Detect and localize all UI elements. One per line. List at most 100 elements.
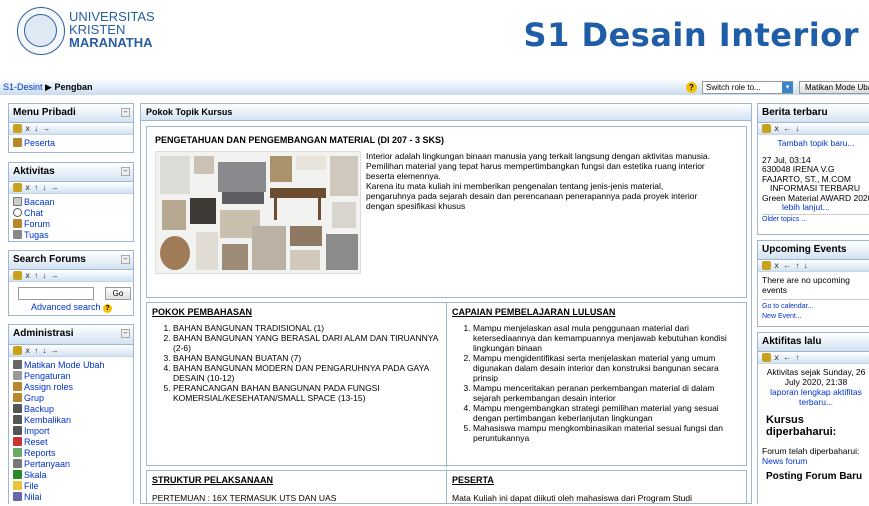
admin-item-edit[interactable]: Matikan Mode Ubah (13, 360, 129, 371)
questions-icon (13, 459, 22, 468)
admin-item-settings[interactable]: Pengaturan (13, 371, 129, 382)
older-topics-link[interactable]: Older topics ... (762, 216, 807, 223)
list-item: BAHAN BANGUNAN MODERN DAN PENGARUHNYA PA… (173, 363, 446, 383)
admin-item-grup[interactable]: Grup (13, 393, 129, 404)
admin-item-roles[interactable]: Assign roles (13, 382, 129, 393)
new-event-link[interactable]: New Event... (762, 313, 802, 320)
more-link[interactable]: lebih lanjut... (782, 202, 830, 212)
breadcrumb-current: Pengban (54, 82, 93, 92)
admin-item-reports[interactable]: Reports (13, 448, 129, 459)
full-report-link[interactable]: terbaru... (799, 397, 833, 407)
calendar-link[interactable]: Go to calendar... (762, 303, 813, 310)
block-controls[interactable]: ⅹ ↑ ↓ → (9, 270, 133, 282)
minimize-icon[interactable]: – (121, 167, 130, 176)
switch-role-select[interactable]: Switch role to... (702, 81, 793, 94)
admin-item-import[interactable]: Import (13, 426, 129, 437)
lock-icon[interactable] (762, 353, 771, 363)
link[interactable]: Pertanyaan (24, 459, 70, 469)
forum-icon (13, 219, 22, 228)
breadcrumb-home-link[interactable]: S1-Desint (3, 82, 43, 92)
link[interactable]: File (24, 481, 39, 491)
minimize-icon[interactable]: – (121, 108, 130, 117)
capaian-list: Mampu menjelaskan asal mula penggunaan m… (447, 319, 747, 443)
sidebar-item-forum[interactable]: Forum (13, 219, 129, 230)
block-controls[interactable]: ⅹ ↑ ↓ → (9, 182, 133, 194)
help-icon[interactable]: ? (103, 304, 113, 313)
updated-courses-title: Kursus diperbaharui: (766, 414, 837, 438)
peserta: PESERTA Mata Kuliah ini dapat diikuti ol… (447, 471, 747, 503)
pokok-pembahasan: POKOK PEMBAHASAN BAHAN BANGUNAN TRADISIO… (147, 303, 446, 403)
admin-item-scales[interactable]: Skala (13, 470, 129, 481)
uni-line-3: MARANATHA (69, 35, 153, 50)
full-report-link[interactable]: laporan lengkap aktifitas (770, 387, 862, 397)
chevron-down-icon[interactable]: ▾ (782, 82, 793, 93)
admin-item-questions[interactable]: Pertanyaan (13, 459, 129, 470)
block-controls[interactable]: ⅹ ← ↓ (758, 123, 869, 135)
list-item: BAHAN BANGUNAN BUATAN (7) (173, 353, 446, 363)
site-title: S1 Desain Interior (523, 16, 859, 54)
course-description: Interior adalah lingkungan binaan manusi… (366, 151, 711, 211)
block-title: Aktivitas (13, 166, 55, 177)
list-item: Mampu menjelaskan asal mula penggunaan m… (473, 323, 743, 353)
block-aktifitas-lalu: Aktifitas lalu ⅹ ← ↑ Aktivitas sejak Sun… (757, 332, 869, 504)
minimize-icon[interactable]: – (121, 255, 130, 264)
block-controls[interactable]: ⅹ ↓ → (9, 123, 133, 135)
sidebar-item-chat[interactable]: Chat (13, 208, 129, 219)
link[interactable]: Nilai (24, 492, 42, 502)
link[interactable]: Tugas (24, 230, 49, 240)
link[interactable]: Backup (24, 404, 54, 414)
struktur-text: PERTEMUAN : 16X TERMASUK UTS DAN UAS (152, 493, 337, 503)
lock-icon[interactable] (762, 261, 771, 271)
link[interactable]: Kembalikan (24, 415, 71, 425)
breadcrumb: S1-Desint ▶ Pengban (3, 82, 92, 93)
import-icon (13, 426, 22, 435)
help-icon[interactable]: ? (686, 82, 697, 93)
admin-item-restore[interactable]: Kembalikan (13, 415, 129, 426)
lock-icon[interactable] (13, 271, 22, 281)
sidebar-item-bacaan[interactable]: Bacaan (13, 197, 129, 208)
search-go-button[interactable]: Go (105, 287, 131, 300)
minimize-icon[interactable]: – (121, 329, 130, 338)
struktur-title: STRUKTUR PELAKSANAAN (152, 475, 273, 485)
link[interactable]: Assign roles (24, 382, 73, 392)
add-topic-link[interactable]: Tambah topik baru... (777, 138, 854, 148)
link[interactable]: Import (24, 426, 50, 436)
lock-icon[interactable] (13, 183, 22, 193)
block-header: Aktifitas lalu (758, 333, 869, 352)
block-controls[interactable]: ⅹ ← ↑ ↓ (758, 260, 869, 272)
link[interactable]: Matikan Mode Ubah (24, 360, 105, 370)
sidebar-item-tugas[interactable]: Tugas (13, 230, 129, 241)
link[interactable]: Grup (24, 393, 44, 403)
link[interactable]: Skala (24, 470, 47, 480)
pencil-icon (13, 360, 22, 369)
link[interactable]: Peserta (24, 138, 55, 148)
lock-icon[interactable] (13, 124, 22, 134)
block-controls[interactable]: ⅹ ← ↑ (758, 352, 869, 364)
admin-item-backup[interactable]: Backup (13, 404, 129, 415)
link[interactable]: Forum (24, 219, 50, 229)
lock-icon[interactable] (762, 124, 771, 134)
admin-item-grades[interactable]: Nilai (13, 492, 129, 503)
search-input[interactable] (18, 287, 94, 300)
link[interactable]: Reports (24, 448, 56, 458)
lock-icon[interactable] (13, 346, 22, 356)
peserta-title: PESERTA (452, 475, 494, 485)
edit-mode-button[interactable]: Matikan Mode Ubah (799, 81, 869, 94)
breadcrumb-arrow-icon: ▶ (45, 82, 52, 92)
admin-item-files[interactable]: File (13, 481, 129, 492)
advanced-search-link[interactable]: Advanced search (31, 302, 101, 312)
block-controls[interactable]: ⅹ ↑ ↓ → (9, 345, 133, 357)
restore-icon (13, 415, 22, 424)
news-forum-link[interactable]: News forum (762, 456, 807, 466)
admin-item-reset[interactable]: Reset (13, 437, 129, 448)
folder-icon (13, 481, 22, 490)
sidebar-item-peserta[interactable]: Peserta (13, 138, 129, 149)
list-item: PERANCANGAN BAHAN BANGUNAN PADA FUNGSI K… (173, 383, 446, 403)
link[interactable]: Bacaan (24, 197, 55, 207)
reports-icon (13, 448, 22, 457)
link[interactable]: Chat (24, 208, 43, 218)
document-icon (13, 197, 22, 206)
university-logo[interactable] (17, 7, 65, 55)
link[interactable]: Pengaturan (24, 371, 71, 381)
link[interactable]: Reset (24, 437, 48, 447)
